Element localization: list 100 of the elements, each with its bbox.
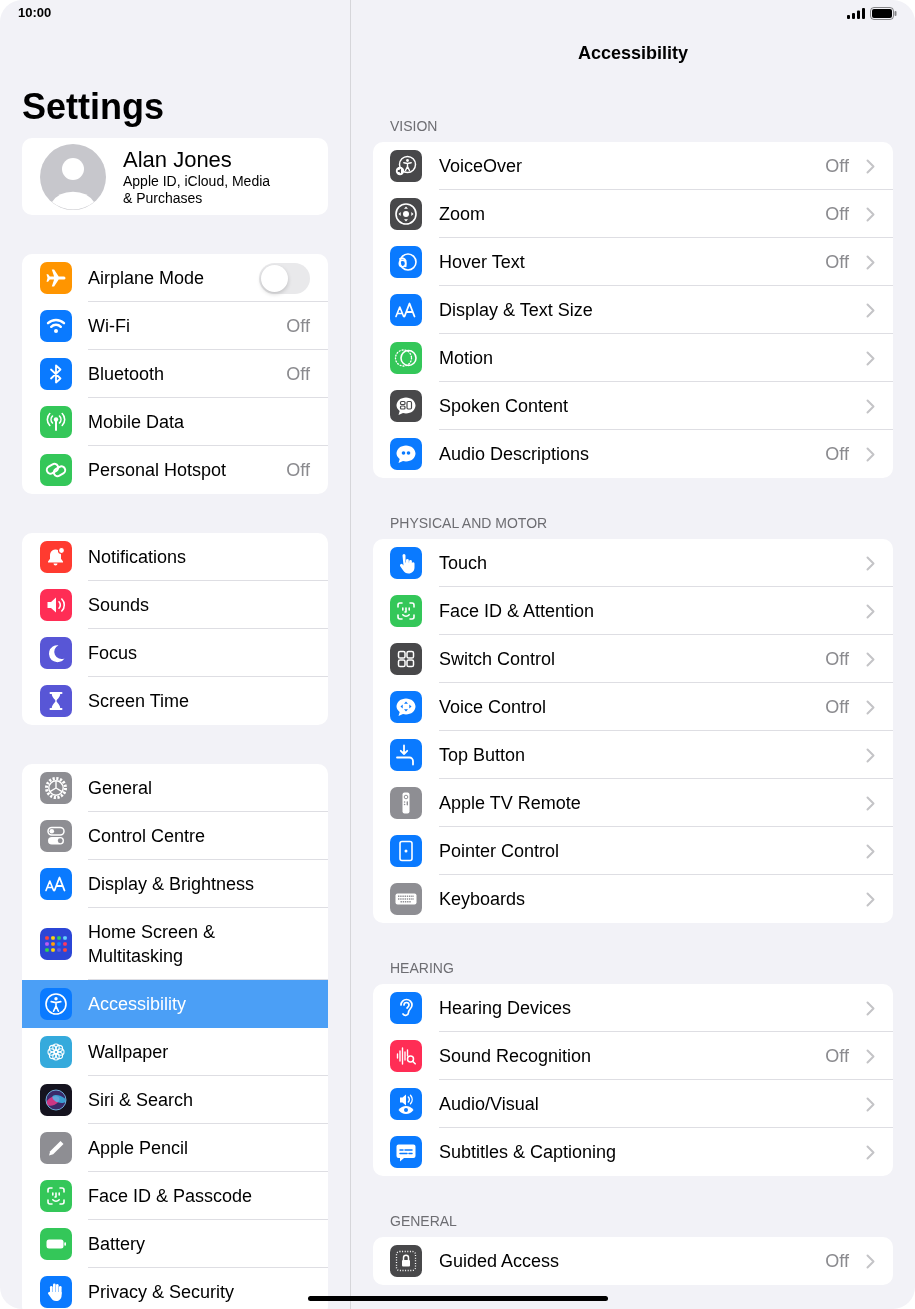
- text-size-icon: [40, 868, 72, 900]
- circle-arrows-icon: [390, 198, 422, 230]
- settings-row[interactable]: Bluetooth Off: [22, 350, 328, 398]
- pencil-icon: [40, 1132, 72, 1164]
- chevron-icon: [866, 446, 875, 462]
- settings-row[interactable]: Touch: [373, 539, 893, 587]
- chevron-icon: [866, 254, 875, 270]
- settings-row[interactable]: Focus: [22, 629, 328, 677]
- settings-row[interactable]: Sound Recognition Off: [373, 1032, 893, 1080]
- settings-row[interactable]: Wi-Fi Off: [22, 302, 328, 350]
- settings-row[interactable]: Subtitles & Captioning: [373, 1128, 893, 1176]
- text-size-icon: [390, 294, 422, 326]
- settings-row[interactable]: Top Button: [373, 731, 893, 779]
- chevron-icon: [866, 1253, 875, 1269]
- settings-row[interactable]: Personal Hotspot Off: [22, 446, 328, 494]
- settings-row[interactable]: Spoken Content: [373, 382, 893, 430]
- status-value: Off: [825, 696, 849, 719]
- accessibility-icon: [40, 988, 72, 1020]
- settings-row[interactable]: Display & Brightness: [22, 860, 328, 908]
- settings-row[interactable]: Audio/Visual: [373, 1080, 893, 1128]
- settings-row[interactable]: Notifications: [22, 533, 328, 581]
- settings-row[interactable]: Battery: [22, 1220, 328, 1268]
- grid-squares-icon: [390, 643, 422, 675]
- section-header: PHYSICAL AND MOTOR: [390, 514, 549, 532]
- chevron-icon: [866, 603, 875, 619]
- settings-row[interactable]: Control Centre: [22, 812, 328, 860]
- settings-row[interactable]: Switch Control Off: [373, 635, 893, 683]
- speech-bubble-arrows-icon: [390, 691, 422, 723]
- settings-row[interactable]: Pointer Control: [373, 827, 893, 875]
- settings-row[interactable]: Apple Pencil: [22, 1124, 328, 1172]
- status-value: Off: [286, 315, 310, 338]
- settings-row[interactable]: Privacy & Security: [22, 1268, 328, 1309]
- settings-row[interactable]: Audio Descriptions Off: [373, 430, 893, 478]
- speaker-icon: [40, 589, 72, 621]
- chevron-icon: [866, 1000, 875, 1016]
- settings-row[interactable]: Motion: [373, 334, 893, 382]
- status-value: Off: [825, 155, 849, 178]
- antenna-icon: [40, 406, 72, 438]
- status-value: Off: [286, 459, 310, 482]
- profile-name: Alan Jones: [123, 146, 233, 173]
- battery-icon: [40, 1228, 72, 1260]
- pointing-hand-icon: [390, 547, 422, 579]
- gear-icon: [40, 772, 72, 804]
- face-id-icon: [390, 595, 422, 627]
- settings-row[interactable]: Wallpaper: [22, 1028, 328, 1076]
- flower-icon: [40, 1036, 72, 1068]
- settings-row[interactable]: Hover Text Off: [373, 238, 893, 286]
- chevron-icon: [866, 699, 875, 715]
- section-header: HEARING: [390, 959, 455, 977]
- settings-row[interactable]: Zoom Off: [373, 190, 893, 238]
- status-value: Off: [825, 203, 849, 226]
- settings-row[interactable]: Airplane Mode: [22, 254, 328, 302]
- chevron-icon: [866, 1096, 875, 1112]
- status-value: Off: [825, 251, 849, 274]
- accessibility-speaker-icon: [390, 150, 422, 182]
- settings-row[interactable]: Apple TV Remote: [373, 779, 893, 827]
- chevron-icon: [866, 555, 875, 571]
- settings-row[interactable]: Voice Control Off: [373, 683, 893, 731]
- keyboard-icon: [390, 883, 422, 915]
- airplane-icon: [40, 262, 72, 294]
- moon-icon: [40, 637, 72, 669]
- signal-icon: [847, 7, 865, 19]
- sidebar-title: Settings: [22, 86, 165, 128]
- wifi-icon: [40, 310, 72, 342]
- status-value: Off: [825, 1250, 849, 1273]
- settings-row[interactable]: Mobile Data: [22, 398, 328, 446]
- settings-row[interactable]: Screen Time: [22, 677, 328, 725]
- status-value: Off: [286, 363, 310, 386]
- ear-icon: [390, 992, 422, 1024]
- orb-icon: [40, 1084, 72, 1116]
- settings-row[interactable]: Siri & Search: [22, 1076, 328, 1124]
- chevron-icon: [866, 843, 875, 859]
- speech-bubble-icon: [390, 390, 422, 422]
- chevron-icon: [866, 1144, 875, 1160]
- settings-row[interactable]: Face ID & Attention: [373, 587, 893, 635]
- settings-row[interactable]: Sounds: [22, 581, 328, 629]
- bell-icon: [40, 541, 72, 573]
- chevron-icon: [866, 795, 875, 811]
- profile-card[interactable]: Alan Jones Apple ID, iCloud, Media & Purchases: [22, 138, 328, 215]
- settings-row[interactable]: Display & Text Size: [373, 286, 893, 334]
- waveform-search-icon: [390, 1040, 422, 1072]
- toggle-switch[interactable]: [259, 262, 310, 294]
- arrow-down-icon: [390, 739, 422, 771]
- settings-row[interactable]: VoiceOver Off: [373, 142, 893, 190]
- caption-bubble-icon: [390, 1136, 422, 1168]
- profile-subtitle: Apple ID, iCloud, Media & Purchases: [123, 172, 272, 207]
- status-value: Off: [825, 648, 849, 671]
- settings-row[interactable]: Hearing Devices: [373, 984, 893, 1032]
- quote-bubble-icon: [390, 438, 422, 470]
- bluetooth-icon: [40, 358, 72, 390]
- status-value: Off: [825, 443, 849, 466]
- section-header: VISION: [390, 117, 439, 135]
- app-grid-icon: [40, 928, 72, 960]
- settings-row[interactable]: Keyboards: [373, 875, 893, 923]
- remote-icon: [390, 787, 422, 819]
- settings-row[interactable]: Face ID & Passcode: [22, 1172, 328, 1220]
- hourglass-icon: [40, 685, 72, 717]
- chevron-icon: [866, 651, 875, 667]
- settings-row[interactable]: General: [22, 764, 328, 812]
- settings-row[interactable]: Guided Access Off: [373, 1237, 893, 1285]
